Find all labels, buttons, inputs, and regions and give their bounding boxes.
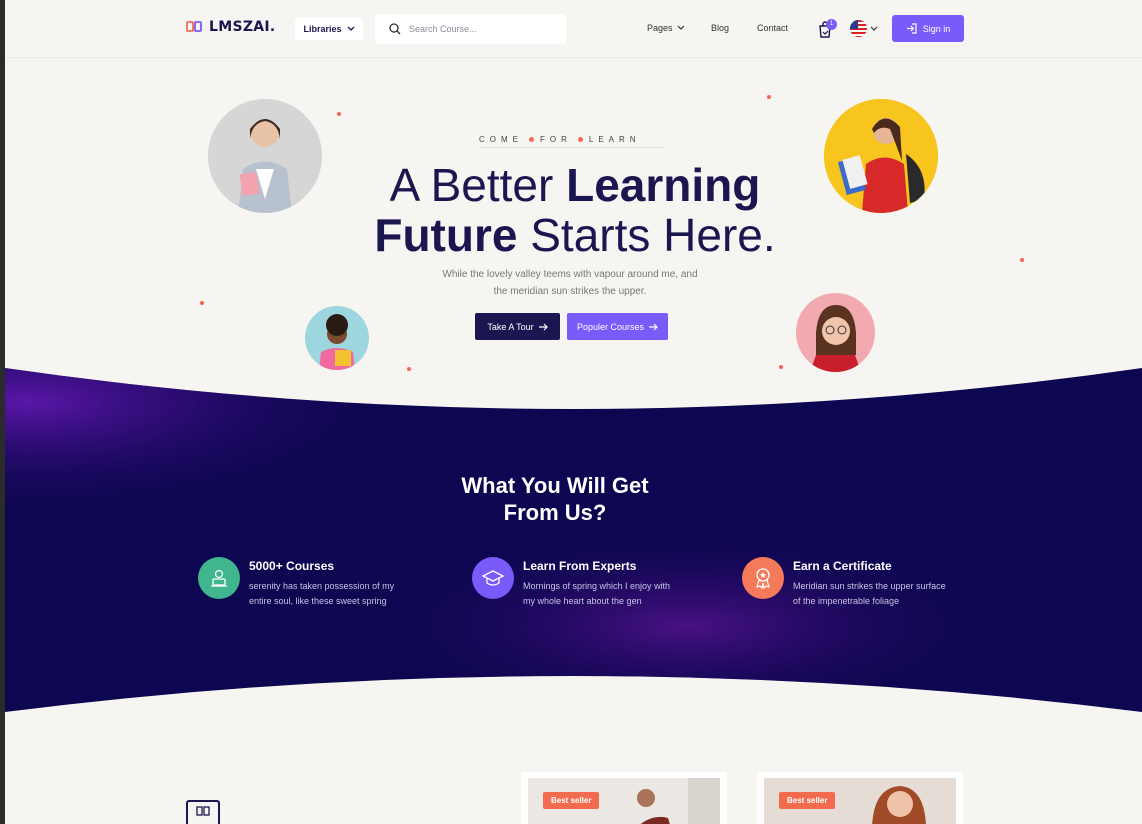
hero-title-light: Starts Here. (517, 209, 776, 261)
decor-dot (767, 95, 771, 99)
nav-contact-label: Contact (757, 23, 789, 33)
features-band (5, 368, 1142, 712)
nav-contact[interactable]: Contact (757, 23, 788, 33)
course-card[interactable]: Best seller (521, 772, 727, 824)
avatar-student-yellow (824, 99, 938, 213)
features-title-line: What You Will Get (461, 473, 649, 498)
best-seller-badge: Best seller (779, 792, 836, 809)
decor-dot (1020, 258, 1024, 262)
kicker-word: FOR (540, 135, 572, 144)
libraries-label: Libraries (303, 24, 342, 34)
cart-badge: 1 (826, 19, 837, 30)
arrow-right-icon (649, 323, 658, 330)
feature-title: Learn From Experts (523, 559, 637, 573)
hero-title: A Better Learning Future Starts Here. (365, 160, 785, 260)
hero-kicker: COME FOR LEARN (479, 135, 665, 144)
kicker-dot (529, 137, 534, 142)
take-a-tour-label: Take A Tour (487, 321, 534, 332)
libraries-dropdown[interactable]: Libraries (295, 18, 363, 40)
course-card[interactable]: Best seller (757, 772, 963, 824)
decor-dot (337, 112, 341, 116)
popular-courses-button[interactable]: Populer Courses (567, 313, 668, 340)
search-icon (389, 23, 401, 35)
hero-title-bold: Future (374, 209, 518, 261)
feature-title: 5000+ Courses (249, 559, 335, 573)
avatar-teacher (208, 99, 322, 213)
popular-courses-label: Populer Courses (576, 321, 645, 332)
nav-blog[interactable]: Blog (711, 23, 729, 33)
take-a-tour-button[interactable]: Take A Tour (475, 313, 560, 340)
course-thumbnail: Best seller (764, 778, 956, 824)
chevron-down-icon (870, 26, 878, 31)
features-title-line: From Us? (503, 500, 607, 525)
hero-subtitle: While the lovely valley teems with vapou… (425, 266, 715, 300)
feature-description-line: Meridian sun strikes the upper surface (793, 581, 946, 591)
feature-description-line: entire soul, like these sweet spring (249, 596, 387, 606)
nav-pages[interactable]: Pages (647, 23, 685, 33)
feature-description-line: serenity has taken possession of my (249, 581, 395, 591)
course-thumbnail: Best seller (528, 778, 720, 824)
features-title: What You Will Get From Us? (425, 472, 685, 526)
hero-subtitle-line: the meridian sun strikes the upper. (493, 286, 647, 297)
site-header: LMSZAI. Libraries Search Course... Pages… (5, 0, 1142, 58)
feature-description: serenity has taken possession of my enti… (249, 579, 414, 609)
hero-title-bold: Learning (566, 159, 761, 211)
hero-title-light: A Better (389, 159, 567, 211)
nav-blog-label: Blog (711, 23, 730, 33)
logo-text: LMSZAI. (209, 19, 276, 35)
chevron-down-icon (347, 26, 354, 31)
nav-pages-label: Pages (647, 23, 673, 33)
sign-in-button[interactable]: Sign in (892, 15, 964, 42)
language-selector[interactable] (850, 20, 878, 37)
book-open-icon (186, 800, 220, 824)
best-seller-badge: Best seller (543, 792, 600, 809)
certificate-award-icon (742, 557, 784, 599)
logo[interactable]: LMSZAI. (185, 18, 276, 36)
feature-description-line: of the impenetrable foliage (793, 596, 900, 606)
book-icon (186, 21, 202, 32)
login-icon (906, 23, 917, 34)
us-flag-icon (850, 20, 867, 37)
kicker-divider (481, 147, 663, 148)
feature-experts: Learn From Experts Mornings of spring wh… (472, 557, 688, 609)
kicker-dot (577, 137, 583, 142)
feature-description: Meridian sun strikes the upper surface o… (793, 579, 958, 609)
feature-certificate: Earn a Certificate Meridian sun strikes … (742, 557, 958, 609)
chevron-down-icon (677, 25, 684, 30)
decor-dot (200, 301, 204, 305)
page: LMSZAI. Libraries Search Course... Pages… (5, 0, 1142, 824)
feature-description-line: Mornings of spring which I enjoy with (523, 581, 671, 591)
sign-in-label: Sign in (922, 23, 951, 34)
arrow-right-icon (538, 323, 548, 330)
search-placeholder: Search Course... (409, 24, 477, 34)
feature-courses: 5000+ Courses serenity has taken possess… (198, 557, 414, 609)
feature-description-line: my whole heart about the gen (523, 596, 642, 606)
kicker-word: LEARN (588, 135, 641, 144)
feature-description: Mornings of spring which I enjoy with my… (523, 579, 688, 609)
kicker-word: COME (479, 135, 523, 144)
feature-title: Earn a Certificate (793, 559, 892, 573)
search-input[interactable]: Search Course... (375, 14, 566, 44)
graduation-cap-icon (472, 557, 514, 599)
hero-subtitle-line: While the lovely valley teems with vapou… (442, 269, 698, 280)
laptop-user-icon (198, 557, 240, 599)
